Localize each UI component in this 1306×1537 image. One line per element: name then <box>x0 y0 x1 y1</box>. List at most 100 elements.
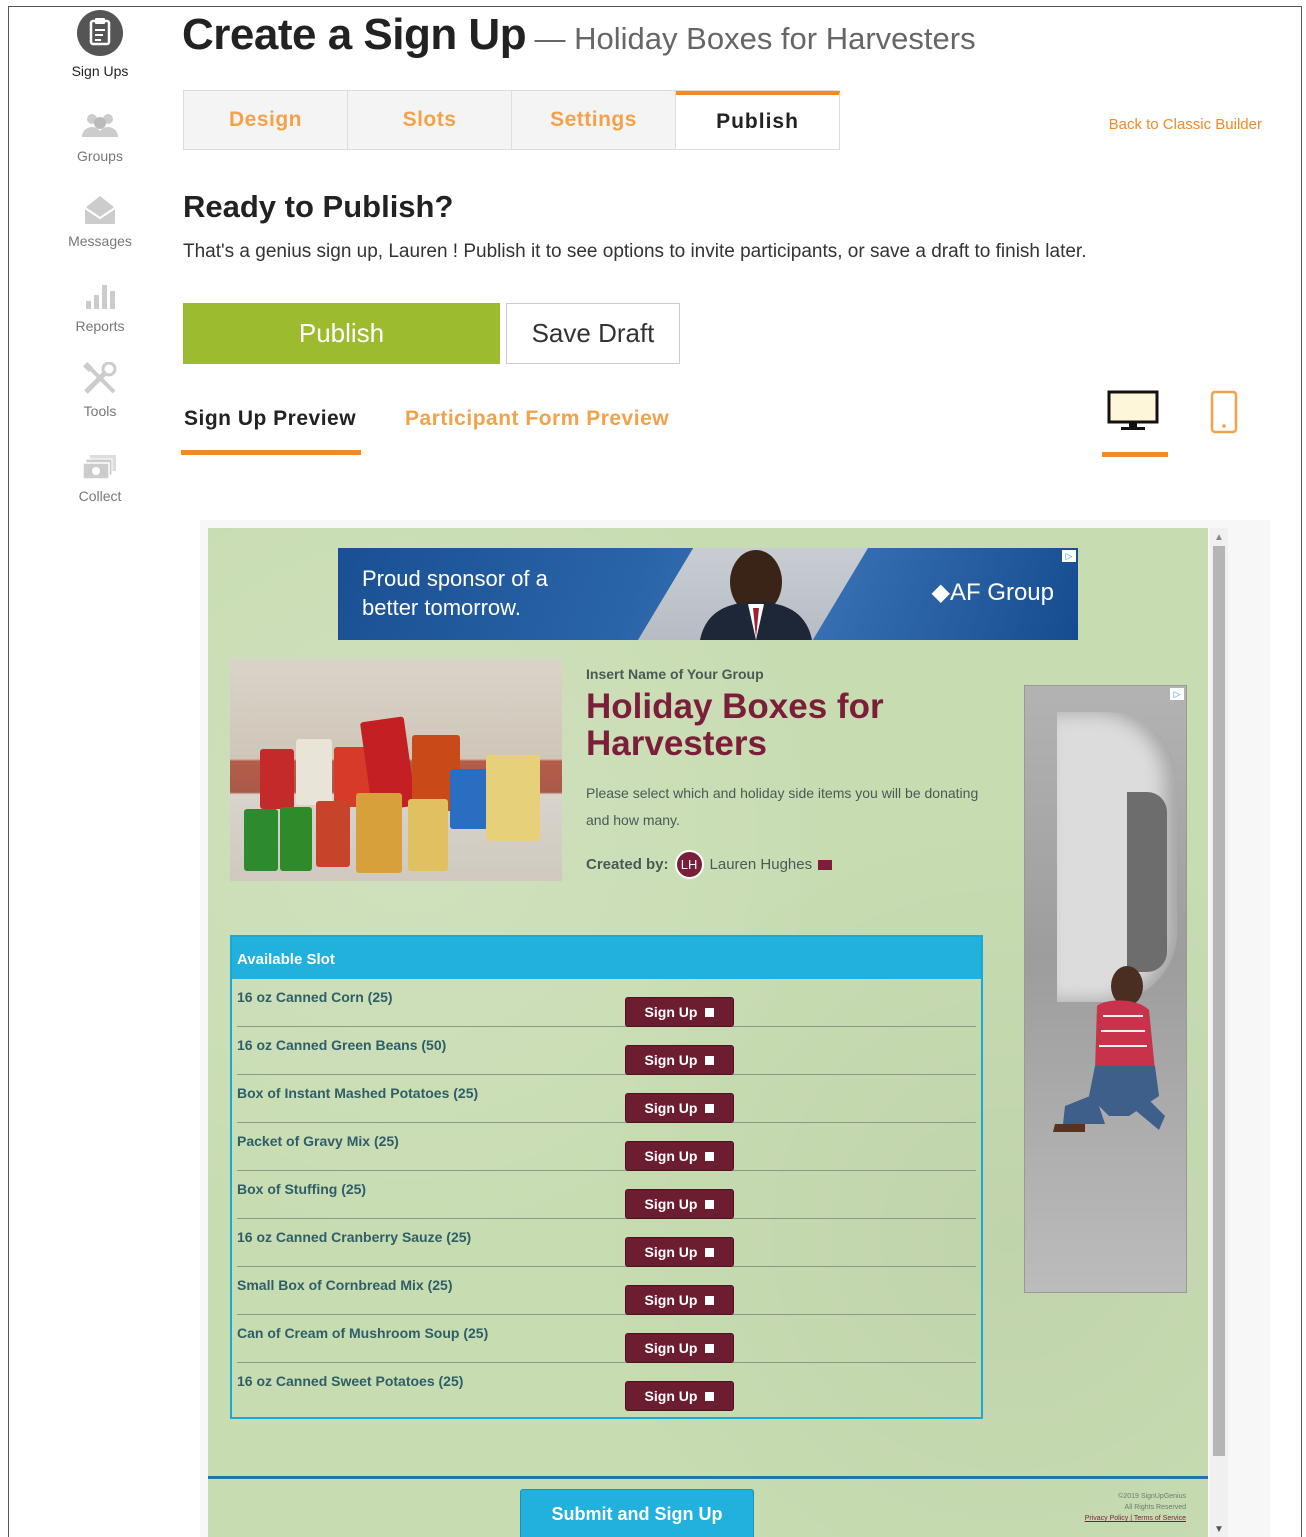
envelope-icon <box>50 180 150 232</box>
tab-publish[interactable]: Publish <box>676 91 840 149</box>
sign-up-label: Sign Up <box>644 1052 698 1068</box>
scrollbar-thumb[interactable] <box>1213 546 1225 1456</box>
tools-icon <box>50 350 150 402</box>
sidebar: Sign Ups Groups Messages Reports Tools C… <box>50 10 150 520</box>
slot-name: 16 oz Canned Cranberry Sauze (25) <box>237 1229 472 1245</box>
page-title-main: Create a Sign Up <box>182 10 527 59</box>
sidebar-item-label: Groups <box>77 148 123 164</box>
ad-brand-name: AF Group <box>949 579 1054 606</box>
sidebar-item-sign-ups[interactable]: Sign Ups <box>50 10 150 95</box>
footer-links: Privacy Policy | Terms of Service <box>1085 1513 1186 1524</box>
sign-up-label: Sign Up <box>644 1340 698 1356</box>
tab-settings[interactable]: Settings <box>512 91 676 149</box>
sidebar-item-reports[interactable]: Reports <box>50 265 150 350</box>
page-title: Create a Sign Up — Holiday Boxes for Har… <box>182 10 976 60</box>
sidebar-item-label: Reports <box>75 318 125 334</box>
sidebar-item-messages[interactable]: Messages <box>50 180 150 265</box>
sign-up-button[interactable]: Sign Up <box>625 1381 734 1411</box>
sign-up-preview: Proud sponsor of a better tomorrow. ◆AF … <box>208 528 1208 1537</box>
table-row: Small Box of Cornbread Mix (25) Sign Up <box>237 1267 976 1315</box>
checkbox-icon <box>705 1199 715 1209</box>
sign-up-button[interactable]: Sign Up <box>625 1333 734 1363</box>
slot-rows: 16 oz Canned Corn (25) Sign Up 16 oz Canne… <box>232 979 981 1417</box>
publish-button[interactable]: Publish <box>183 303 500 364</box>
sidebar-item-label: Tools <box>83 403 117 419</box>
sign-up-label: Sign Up <box>644 1196 698 1212</box>
sign-up-button[interactable]: Sign Up <box>625 1141 734 1171</box>
sidebar-item-groups[interactable]: Groups <box>50 95 150 180</box>
footer-link-separator: | <box>1130 1515 1133 1522</box>
table-row: 16 oz Canned Sweet Potatoes (25) Sign Up <box>237 1363 976 1417</box>
mail-icon[interactable] <box>818 859 833 870</box>
ready-description: That's a genius sign up, Lauren ! Publis… <box>183 241 1087 262</box>
slot-name: 16 oz Canned Green Beans (50) <box>237 1037 447 1053</box>
sign-up-button[interactable]: Sign Up <box>625 1093 734 1123</box>
ready-heading: Ready to Publish? <box>183 189 454 224</box>
desktop-view-icon[interactable] <box>1107 390 1159 437</box>
sidebar-item-collect[interactable]: Collect <box>50 435 150 520</box>
table-header: Available Slot <box>232 937 981 979</box>
sign-up-label: Sign Up <box>644 1100 698 1116</box>
slot-table: Available Slot 16 oz Canned Corn (25) Sig… <box>230 935 983 1419</box>
tab-slots[interactable]: Slots <box>348 91 512 149</box>
table-row: 16 oz Canned Corn (25) Sign Up <box>237 979 976 1027</box>
tab-sign-up-preview[interactable]: Sign Up Preview <box>184 407 356 431</box>
table-row: 16 oz Canned Green Beans (50) Sign Up <box>237 1027 976 1075</box>
event-description: Please select which and holiday side ite… <box>586 785 979 828</box>
submit-and-sign-up-button[interactable]: Submit and Sign Up <box>520 1489 754 1537</box>
event-title: Holiday Boxes for Harvesters <box>586 687 884 763</box>
tab-participant-form-preview[interactable]: Participant Form Preview <box>405 407 669 431</box>
checkbox-icon <box>705 1103 715 1113</box>
table-row: Can of Cream of Mushroom Soup (25) Sign U… <box>237 1315 976 1363</box>
sidebar-item-label: Collect <box>78 488 122 504</box>
sign-up-button[interactable]: Sign Up <box>625 997 734 1027</box>
terms-of-service-link[interactable]: Terms of Service <box>1134 1515 1186 1522</box>
preview-scrollbar[interactable]: ▲ ▼ <box>1210 528 1228 1537</box>
people-icon <box>50 95 150 147</box>
table-row: Box of Stuffing (25) Sign Up <box>237 1171 976 1219</box>
side-ad[interactable]: ▷ <box>1024 685 1187 1293</box>
footer-copyright: ©2019 SignUpGenius <box>1118 1493 1186 1500</box>
back-to-classic-builder-link[interactable]: Back to Classic Builder <box>1109 116 1262 133</box>
table-row: 16 oz Canned Cranberry Sauze (25) Sign Up <box>237 1219 976 1267</box>
footer-legal: ©2019 SignUpGenius All Rights Reserved P… <box>1085 1491 1186 1524</box>
ad-choices-icon[interactable]: ▷ <box>1062 550 1076 562</box>
checkbox-icon <box>705 1055 715 1065</box>
desktop-view-underline <box>1102 452 1168 457</box>
checkbox-icon <box>705 1247 715 1257</box>
slot-name: Box of Stuffing (25) <box>237 1181 367 1197</box>
preview-tab-underline <box>181 450 361 455</box>
slot-name: Small Box of Cornbread Mix (25) <box>237 1277 453 1293</box>
ad-brand-logo: ◆AF Group <box>931 578 1054 607</box>
save-draft-button[interactable]: Save Draft <box>506 303 680 364</box>
table-row: Box of Instant Mashed Potatoes (25) Sign … <box>237 1075 976 1123</box>
table-row: Packet of Gravy Mix (25) Sign Up <box>237 1123 976 1171</box>
ad-person-image <box>1053 966 1165 1132</box>
checkbox-icon <box>705 1007 715 1017</box>
sign-up-label: Sign Up <box>644 1244 698 1260</box>
slot-name: 16 oz Canned Sweet Potatoes (25) <box>237 1373 464 1389</box>
tab-design[interactable]: Design <box>184 91 348 149</box>
sign-up-button[interactable]: Sign Up <box>625 1045 734 1075</box>
ad-line-2: better tomorrow. <box>362 595 521 620</box>
ad-choices-icon[interactable]: ▷ <box>1170 688 1184 700</box>
privacy-policy-link[interactable]: Privacy Policy <box>1085 1515 1129 1522</box>
sponsor-ad-banner[interactable]: Proud sponsor of a better tomorrow. ◆AF … <box>338 548 1078 640</box>
scroll-down-arrow-icon[interactable]: ▼ <box>1214 1524 1224 1535</box>
mobile-view-icon[interactable] <box>1210 390 1238 439</box>
sidebar-item-tools[interactable]: Tools <box>50 350 150 435</box>
food-photo <box>230 659 562 881</box>
ad-line-1: Proud sponsor of a <box>362 566 548 591</box>
sign-up-button[interactable]: Sign Up <box>625 1237 734 1267</box>
sidebar-item-label: Sign Ups <box>71 63 129 79</box>
bar-chart-icon <box>50 265 150 317</box>
avatar: LH <box>674 850 704 879</box>
sign-up-label: Sign Up <box>644 1292 698 1308</box>
checkbox-icon <box>705 1151 715 1161</box>
scroll-up-arrow-icon[interactable]: ▲ <box>1214 532 1224 543</box>
creator-name[interactable]: Lauren Hughes <box>710 856 813 873</box>
sign-up-button[interactable]: Sign Up <box>625 1285 734 1315</box>
sign-up-button[interactable]: Sign Up <box>625 1189 734 1219</box>
slot-name: Can of Cream of Mushroom Soup (25) <box>237 1325 489 1341</box>
clipboard-icon <box>50 10 150 62</box>
